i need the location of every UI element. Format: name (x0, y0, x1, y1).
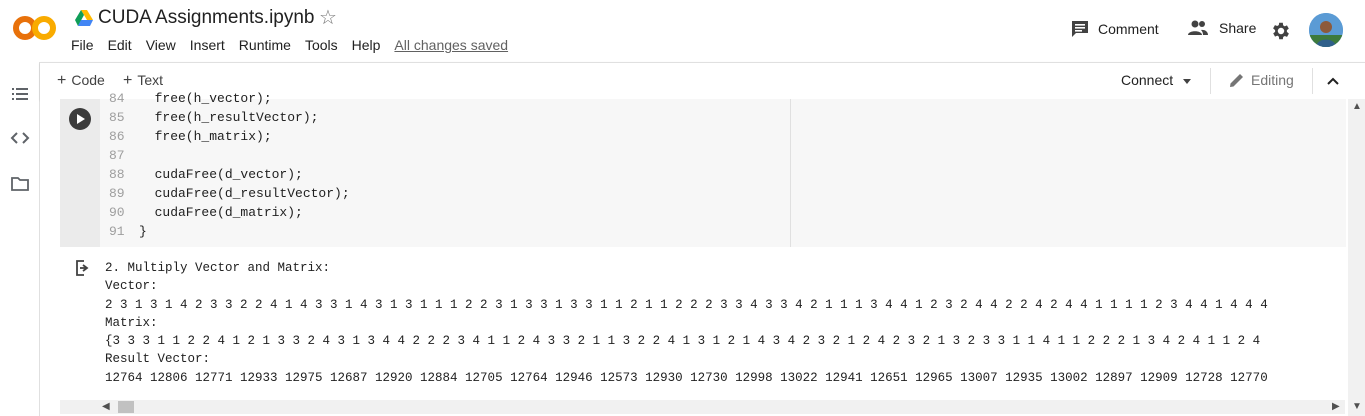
user-avatar[interactable] (1309, 13, 1343, 47)
drive-icon[interactable] (75, 10, 93, 26)
chevron-down-icon (1183, 78, 1192, 84)
comment-icon (1072, 21, 1088, 37)
share-label: Share (1219, 20, 1257, 36)
code-line: 85 free(h_resultVector); (100, 108, 770, 127)
code-line: 88 cudaFree(d_vector); (100, 165, 770, 184)
notebook-title[interactable]: CUDA Assignments.ipynb (98, 7, 315, 29)
scroll-right-icon[interactable]: ▶ (1332, 400, 1340, 414)
code-text: cudaFree(d_matrix); (139, 205, 303, 220)
folder-icon[interactable] (10, 174, 30, 194)
notebook-area: 84 free(h_vector); 85 free(h_resultVecto… (40, 91, 1365, 416)
menu-runtime[interactable]: Runtime (232, 37, 298, 57)
output-line: 2 3 1 3 1 4 2 3 3 2 2 4 1 4 3 3 1 4 3 1 … (105, 297, 1268, 312)
chevron-up-icon[interactable] (1326, 74, 1340, 88)
add-code-label: Code (71, 72, 105, 88)
code-editor[interactable]: 84 free(h_vector); 85 free(h_resultVecto… (100, 89, 770, 247)
output-line: 12764 12806 12771 12933 12975 12687 1292… (105, 370, 1268, 385)
line-number: 87 (109, 148, 125, 163)
code-line: 91} (100, 222, 770, 241)
plus-icon: + (57, 72, 67, 89)
output-line: 2. Multiply Vector and Matrix: (105, 261, 331, 275)
code-text: cudaFree(d_vector); (139, 167, 303, 182)
code-text: free(h_resultVector); (139, 110, 319, 125)
output-text: 2. Multiply Vector and Matrix: Vector: 2… (105, 259, 1345, 387)
code-line: 86 free(h_matrix); (100, 127, 770, 146)
cell-output: 2. Multiply Vector and Matrix: Vector: 2… (60, 247, 1345, 399)
app-header: CUDA Assignments.ipynb ☆ File Edit View … (0, 0, 1365, 62)
comment-label: Comment (1098, 21, 1159, 37)
editing-mode-button[interactable]: Editing (1229, 72, 1294, 88)
pencil-icon (1230, 74, 1243, 88)
connect-label: Connect (1121, 72, 1174, 88)
horizontal-scrollbar[interactable]: ◀ ▶ (60, 400, 1345, 414)
line-number: 90 (109, 205, 125, 220)
output-line: Result Vector: (105, 352, 211, 367)
line-number: 91 (109, 224, 125, 239)
line-number: 86 (109, 129, 125, 144)
run-cell-button[interactable] (69, 108, 91, 130)
avatar-photo (1309, 13, 1343, 47)
output-redirect-icon[interactable] (74, 259, 92, 277)
code-line: 90 cudaFree(d_matrix); (100, 203, 770, 222)
line-number: 89 (109, 186, 125, 201)
settings-gear-icon[interactable] (1270, 20, 1292, 42)
code-text: cudaFree(d_resultVector); (139, 186, 350, 201)
code-text: free(h_vector); (139, 91, 272, 106)
code-text: } (139, 224, 147, 239)
output-line: Vector: (105, 279, 158, 294)
line-number: 88 (109, 167, 125, 182)
menu-help[interactable]: Help (345, 37, 388, 57)
menu-edit[interactable]: Edit (101, 37, 139, 57)
code-line: 87 (100, 146, 770, 165)
menu-tools[interactable]: Tools (298, 37, 345, 57)
cell-gutter (60, 99, 100, 247)
scroll-left-icon[interactable]: ◀ (102, 400, 110, 414)
left-rail (0, 62, 40, 416)
star-icon[interactable]: ☆ (319, 6, 337, 30)
table-of-contents-icon[interactable] (10, 84, 30, 104)
scroll-down-icon[interactable]: ▼ (1352, 401, 1362, 412)
scrollbar-thumb[interactable] (118, 401, 134, 413)
code-snippets-icon[interactable] (10, 128, 30, 148)
save-status-link[interactable]: All changes saved (387, 37, 515, 57)
editing-label: Editing (1251, 72, 1294, 88)
editor-right-pane (790, 99, 1346, 247)
colab-logo[interactable] (13, 12, 57, 44)
code-text: free(h_matrix); (139, 129, 272, 144)
add-text-label: Text (137, 72, 164, 88)
comment-button[interactable]: Comment (1071, 20, 1159, 38)
people-icon (1188, 20, 1208, 35)
menu-insert[interactable]: Insert (183, 37, 232, 57)
menu-bar: File Edit View Insert Runtime Tools Help… (64, 37, 515, 57)
code-line: 89 cudaFree(d_resultVector); (100, 184, 770, 203)
add-code-button[interactable]: + Code (57, 72, 105, 90)
line-number: 84 (109, 91, 125, 106)
share-button[interactable]: Share (1187, 20, 1256, 36)
code-line: 84 free(h_vector); (100, 89, 770, 108)
scroll-up-icon[interactable]: ▲ (1352, 101, 1362, 112)
connect-button[interactable]: Connect (1121, 72, 1192, 88)
menu-view[interactable]: View (139, 37, 183, 57)
output-line: {3 3 3 1 1 2 2 4 1 2 1 3 3 2 4 3 1 3 4 4… (105, 334, 1261, 349)
plus-icon: + (123, 72, 133, 89)
output-line: Matrix: (105, 315, 158, 330)
vertical-scrollbar[interactable]: ▲ ▼ (1348, 99, 1365, 416)
menu-file[interactable]: File (64, 37, 101, 57)
add-text-button[interactable]: + Text (123, 72, 163, 90)
toolbar-divider (1312, 68, 1313, 94)
code-cell[interactable]: 84 free(h_vector); 85 free(h_resultVecto… (60, 91, 1346, 247)
toolbar-divider (1210, 68, 1211, 94)
line-number: 85 (109, 110, 125, 125)
